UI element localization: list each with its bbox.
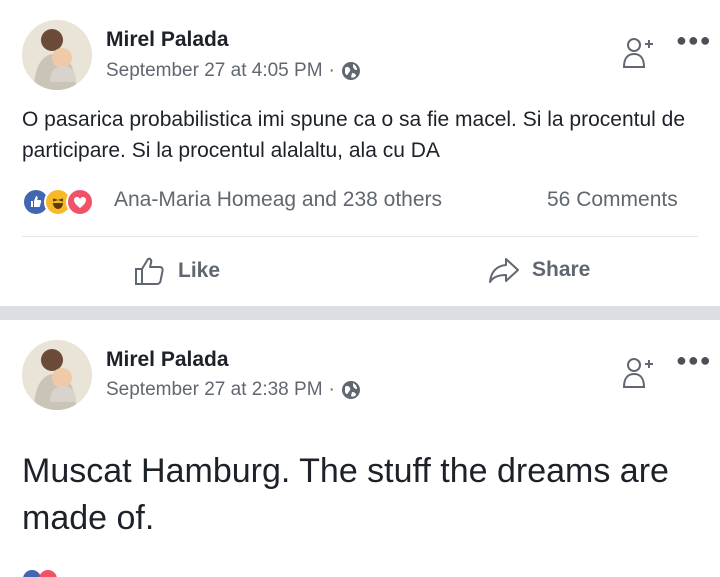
avatar[interactable] bbox=[22, 20, 92, 90]
reactors-summary[interactable]: Ana-Maria Homeag and 238 others bbox=[114, 188, 442, 212]
love-icon bbox=[66, 188, 94, 216]
meta-separator: · bbox=[328, 60, 335, 81]
share-arrow-icon bbox=[489, 258, 519, 283]
post-text: O pasarica probabilistica imi spune ca o… bbox=[22, 108, 685, 162]
share-button[interactable]: Share bbox=[488, 256, 590, 284]
globe-icon bbox=[341, 381, 360, 399]
author-name[interactable]: Mirel Palada bbox=[106, 28, 229, 52]
like-label: Like bbox=[178, 259, 221, 282]
more-options-icon[interactable]: ●●● bbox=[676, 350, 712, 371]
globe-icon bbox=[341, 62, 360, 80]
post-1: Mirel Palada September 27 at 4:05 PM · ●… bbox=[0, 0, 720, 306]
timestamp[interactable]: September 27 at 4:05 PM bbox=[106, 60, 323, 82]
add-friend-icon[interactable] bbox=[620, 354, 656, 390]
share-label: Share bbox=[532, 258, 591, 281]
timestamp[interactable]: September 27 at 2:38 PM bbox=[106, 379, 323, 401]
post-meta: September 27 at 4:05 PM · bbox=[106, 60, 361, 82]
like-button[interactable]: Like bbox=[134, 256, 220, 286]
avatar[interactable] bbox=[22, 340, 92, 410]
post-text: Muscat Hamburg. The stuff the dreams are… bbox=[22, 452, 669, 537]
author-name[interactable]: Mirel Palada bbox=[106, 348, 229, 372]
comments-count[interactable]: 56 Comments bbox=[547, 188, 678, 212]
reaction-icons[interactable] bbox=[22, 187, 94, 217]
divider-line bbox=[22, 236, 698, 237]
thumbs-up-icon bbox=[135, 257, 164, 285]
meta-separator: · bbox=[328, 379, 335, 400]
feed-divider bbox=[0, 306, 720, 320]
reaction-icons-partial[interactable] bbox=[22, 567, 68, 577]
more-options-icon[interactable]: ●●● bbox=[676, 30, 712, 51]
post-meta: September 27 at 2:38 PM · bbox=[106, 379, 361, 401]
post-2: Mirel Palada September 27 at 2:38 PM · ●… bbox=[0, 320, 720, 577]
add-friend-icon[interactable] bbox=[620, 34, 656, 70]
